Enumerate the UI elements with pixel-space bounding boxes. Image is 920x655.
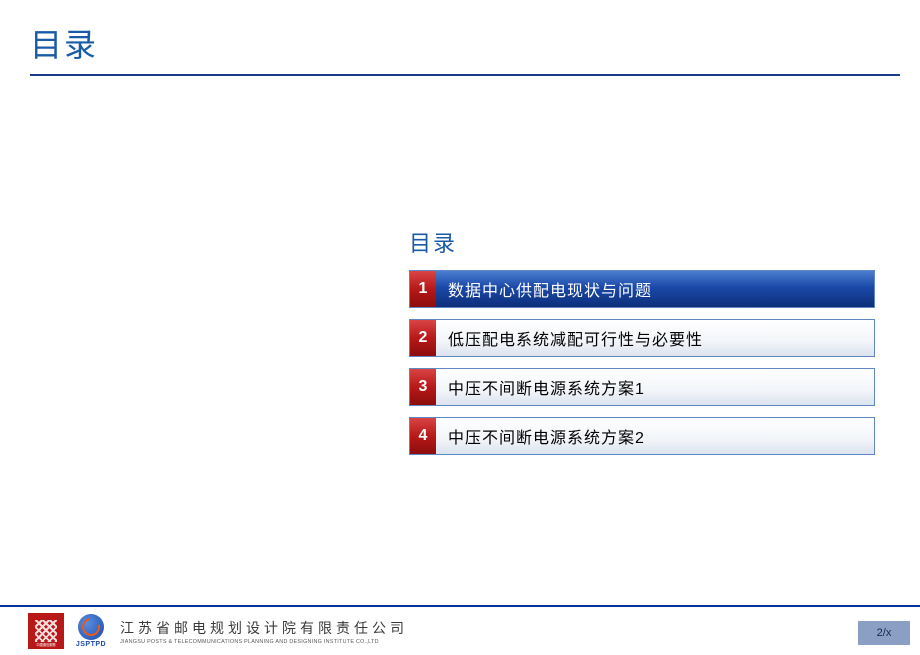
toc-num-badge: 1 (410, 271, 436, 307)
page-number: 2/x (858, 621, 910, 645)
page-title: 目录 (30, 20, 890, 66)
toc-num-badge: 2 (410, 320, 436, 356)
china-comservice-logo: 中國通信服務 (28, 613, 64, 649)
toc-item-label: 中压不间断电源系统方案2 (436, 418, 874, 454)
toc-heading: 目录 (409, 226, 875, 258)
toc-item-4: 4 中压不间断电源系统方案2 (409, 417, 875, 455)
slide-header: 目录 (0, 0, 920, 66)
toc-item-label: 低压配电系统减配可行性与必要性 (436, 320, 874, 356)
toc-container: 目录 1 数据中心供配电现状与问题 2 低压配电系统减配可行性与必要性 3 中压… (409, 226, 875, 455)
footer-logos: 中國通信服務 JSPTPD (28, 613, 112, 649)
jsptpd-logo: JSPTPD (70, 613, 112, 649)
toc-item-2: 2 低压配电系统减配可行性与必要性 (409, 319, 875, 357)
china-comservice-caption: 中國通信服務 (32, 643, 61, 648)
company-name-cn: 江苏省邮电规划设计院有限责任公司 (120, 618, 408, 638)
toc-item-3: 3 中压不间断电源系统方案1 (409, 368, 875, 406)
title-divider (30, 74, 900, 76)
slide-footer: 中國通信服務 JSPTPD 江苏省邮电规划设计院有限责任公司 JIANGSU P… (0, 605, 920, 655)
toc-item-label: 数据中心供配电现状与问题 (436, 271, 874, 307)
toc-item-1: 1 数据中心供配电现状与问题 (409, 270, 875, 308)
toc-num-badge: 4 (410, 418, 436, 454)
jsptpd-logo-text: JSPTPD (76, 641, 106, 648)
company-name-en: JIANGSU POSTS & TELECOMMUNICATIONS PLANN… (120, 639, 379, 644)
jsptpd-logo-icon (78, 614, 104, 640)
toc-list: 1 数据中心供配电现状与问题 2 低压配电系统减配可行性与必要性 3 中压不间断… (409, 270, 875, 455)
toc-num-badge: 3 (410, 369, 436, 405)
company-name-block: 江苏省邮电规划设计院有限责任公司 JIANGSU POSTS & TELECOM… (120, 618, 408, 645)
toc-item-label: 中压不间断电源系统方案1 (436, 369, 874, 405)
